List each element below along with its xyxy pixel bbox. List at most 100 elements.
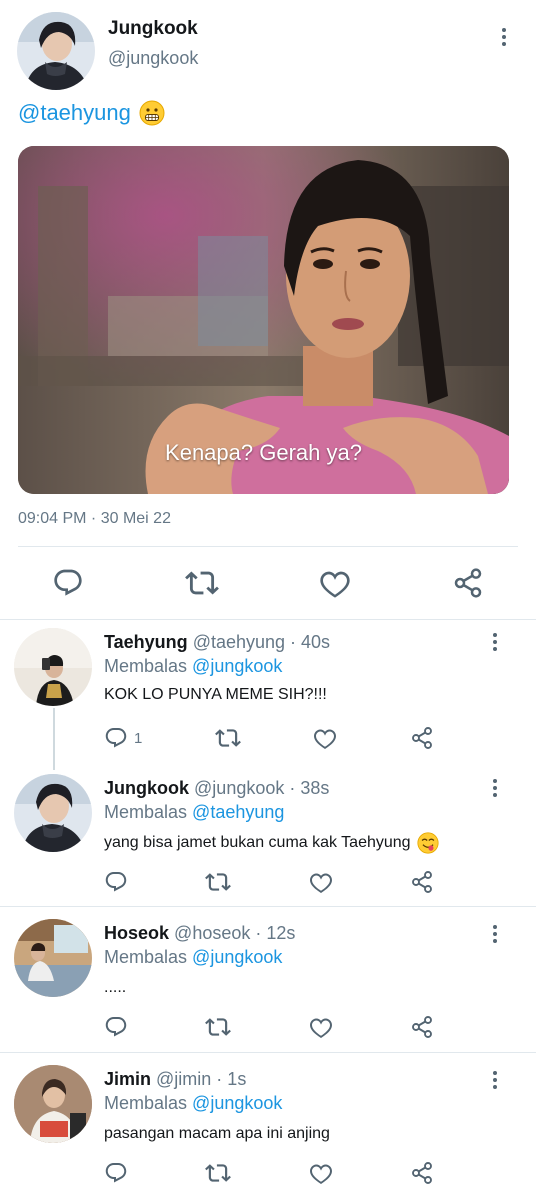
like-icon: [309, 870, 333, 894]
more-options-icon[interactable]: [485, 1066, 505, 1094]
author-handle-time[interactable]: @hoseok · 12s: [174, 923, 295, 943]
savoring-food-face-icon: [416, 832, 439, 854]
reply-button[interactable]: [52, 567, 84, 599]
replying-to-link[interactable]: @jungkook: [192, 947, 282, 967]
main-tweet: Jungkook @jungkook @taehyung Kenapa? Ger…: [0, 0, 536, 620]
more-options-icon[interactable]: [485, 920, 505, 948]
reply-button[interactable]: [104, 1161, 128, 1185]
reply-icon: [104, 870, 128, 894]
tweet-text: @taehyung: [18, 100, 165, 126]
reply-text: pasangan macam apa ini anjing: [104, 1125, 330, 1142]
retweet-button[interactable]: [205, 1014, 231, 1040]
author-name[interactable]: Jimin: [104, 1069, 151, 1089]
divider: [18, 546, 518, 547]
reply-actions: [104, 868, 434, 896]
more-options-icon[interactable]: [485, 774, 505, 802]
replying-to: Membalas @jungkook: [104, 656, 282, 677]
reply-tweet[interactable]: Jungkook @jungkook · 38s Membalas @taehy…: [0, 766, 536, 906]
author-name[interactable]: Hoseok: [104, 923, 169, 943]
author-name[interactable]: Taehyung: [104, 632, 188, 652]
replying-to-link[interactable]: @jungkook: [192, 656, 282, 676]
share-icon: [452, 567, 484, 599]
replying-to: Membalas @jungkook: [104, 947, 282, 968]
retweet-button[interactable]: [185, 566, 219, 600]
avatar[interactable]: [14, 774, 92, 852]
replying-prefix: Membalas: [104, 656, 188, 676]
share-icon: [410, 1015, 434, 1039]
reply-header: Jungkook @jungkook · 38s: [104, 778, 329, 799]
tweet-timestamp[interactable]: 09:04 PM · 30 Mei 22: [18, 510, 171, 528]
share-icon: [410, 726, 434, 750]
reply-icon: [52, 567, 84, 599]
share-icon: [410, 1161, 434, 1185]
reply-tweet[interactable]: Hoseok @hoseok · 12s Membalas @jungkook …: [0, 907, 536, 1051]
replying-to-link[interactable]: @taehyung: [192, 802, 284, 822]
share-button[interactable]: [410, 870, 434, 894]
share-button[interactable]: [410, 1161, 434, 1185]
author-name[interactable]: Jungkook: [104, 778, 189, 798]
share-button[interactable]: [410, 1015, 434, 1039]
more-options-icon[interactable]: [494, 23, 514, 51]
avatar[interactable]: [17, 12, 95, 90]
reply-tweet[interactable]: Taehyung @taehyung · 40s Membalas @jungk…: [0, 620, 536, 766]
tweet-media-image[interactable]: Kenapa? Gerah ya?: [18, 146, 509, 494]
tweet-actions: [52, 565, 484, 601]
reply-icon: [104, 1161, 128, 1185]
retweet-button[interactable]: [215, 725, 241, 751]
like-button[interactable]: [309, 1161, 333, 1185]
like-icon: [313, 726, 337, 750]
retweet-icon: [215, 725, 241, 751]
author-handle-time[interactable]: @jungkook · 38s: [194, 778, 329, 798]
reply-actions: [104, 1159, 434, 1187]
author-handle-time[interactable]: @taehyung · 40s: [193, 632, 330, 652]
like-icon: [319, 567, 351, 599]
like-button[interactable]: [309, 1015, 333, 1039]
author-name[interactable]: Jungkook: [108, 18, 198, 40]
reply-text: .....: [104, 979, 127, 996]
avatar[interactable]: [14, 1065, 92, 1143]
replying-prefix: Membalas: [104, 947, 188, 967]
reply-button[interactable]: [104, 870, 128, 894]
reply-actions: [104, 1013, 434, 1041]
avatar[interactable]: [14, 628, 92, 706]
reply-icon: [104, 726, 128, 750]
like-button[interactable]: [309, 870, 333, 894]
replying-to-link[interactable]: @jungkook: [192, 1093, 282, 1113]
reply-header: Jimin @jimin · 1s: [104, 1069, 246, 1090]
reply-tweet[interactable]: Jimin @jimin · 1s Membalas @jungkook pas…: [0, 1053, 536, 1200]
author-handle[interactable]: @jungkook: [108, 48, 198, 69]
reply-actions: 1: [104, 724, 434, 752]
like-button[interactable]: [313, 726, 337, 750]
reply-count: 1: [134, 729, 143, 747]
retweet-icon: [205, 869, 231, 895]
replying-to: Membalas @jungkook: [104, 1093, 282, 1114]
reply-button[interactable]: 1: [104, 726, 142, 750]
grimacing-face-icon: [139, 100, 165, 126]
reply-icon: [104, 1015, 128, 1039]
media-caption: Kenapa? Gerah ya?: [165, 440, 362, 465]
avatar[interactable]: [14, 919, 92, 997]
more-options-icon[interactable]: [485, 628, 505, 656]
author-handle-time[interactable]: @jimin · 1s: [156, 1069, 246, 1089]
reply-header: Taehyung @taehyung · 40s: [104, 632, 330, 653]
like-icon: [309, 1015, 333, 1039]
retweet-button[interactable]: [205, 1160, 231, 1186]
reply-text-content: yang bisa jamet bukan cuma kak Taehyung: [104, 834, 411, 851]
reply-header: Hoseok @hoseok · 12s: [104, 923, 295, 944]
like-icon: [309, 1161, 333, 1185]
reply-text: KOK LO PUNYA MEME SIH?!!!: [104, 686, 327, 703]
share-button[interactable]: [410, 726, 434, 750]
retweet-icon: [185, 566, 219, 600]
retweet-icon: [205, 1160, 231, 1186]
reply-button[interactable]: [104, 1015, 128, 1039]
replying-to: Membalas @taehyung: [104, 802, 284, 823]
share-icon: [410, 870, 434, 894]
share-button[interactable]: [452, 567, 484, 599]
mention-link[interactable]: @taehyung: [18, 100, 131, 126]
retweet-button[interactable]: [205, 869, 231, 895]
replying-prefix: Membalas: [104, 1093, 188, 1113]
like-button[interactable]: [319, 567, 351, 599]
replying-prefix: Membalas: [104, 802, 188, 822]
retweet-icon: [205, 1014, 231, 1040]
reply-text: yang bisa jamet bukan cuma kak Taehyung: [104, 832, 439, 854]
